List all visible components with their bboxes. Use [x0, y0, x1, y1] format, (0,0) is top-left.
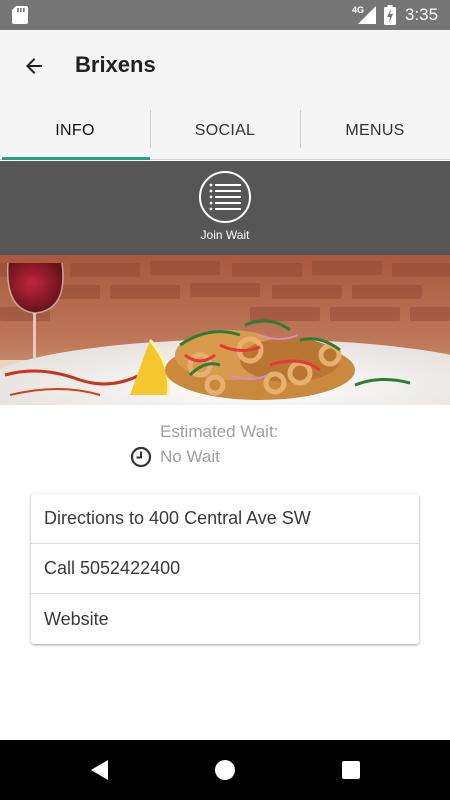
home-circle-icon[interactable] [213, 758, 237, 782]
sd-card-icon [12, 6, 28, 24]
status-bar: 4G 3:35 [0, 0, 450, 30]
clock-icon [130, 446, 152, 468]
signal-icon [358, 6, 376, 24]
action-list: Directions to 400 Central Ave SW Call 50… [31, 494, 419, 644]
battery-charging-icon [384, 5, 396, 25]
back-triangle-icon[interactable] [88, 758, 112, 782]
estimated-wait-value: No Wait [160, 447, 220, 466]
restaurant-hero-image [0, 255, 450, 405]
directions-button[interactable]: Directions to 400 Central Ave SW [31, 494, 419, 544]
tab-info[interactable]: INFO [0, 102, 150, 160]
arrow-back-icon [26, 58, 42, 74]
website-button[interactable]: Website [31, 594, 419, 644]
estimated-wait-label: Estimated Wait: [160, 422, 279, 441]
list-icon [199, 171, 251, 223]
back-button[interactable] [16, 50, 52, 82]
tab-social[interactable]: SOCIAL [150, 102, 300, 159]
system-nav-bar [0, 740, 450, 800]
join-wait-band: Join Wait [0, 161, 450, 255]
tab-bar: INFO SOCIAL MENUS [0, 102, 450, 160]
call-button[interactable]: Call 5052422400 [31, 544, 419, 594]
tab-menus[interactable]: MENUS [300, 102, 450, 159]
recents-square-icon[interactable] [339, 758, 363, 782]
join-wait-button[interactable]: Join Wait [195, 171, 255, 251]
estimated-wait: Estimated Wait: No Wait [130, 420, 380, 470]
join-wait-label: Join Wait [200, 228, 250, 242]
app-bar: Brixens [0, 30, 450, 102]
status-time: 3:35 [405, 5, 439, 24]
page-title: Brixens [75, 52, 156, 77]
